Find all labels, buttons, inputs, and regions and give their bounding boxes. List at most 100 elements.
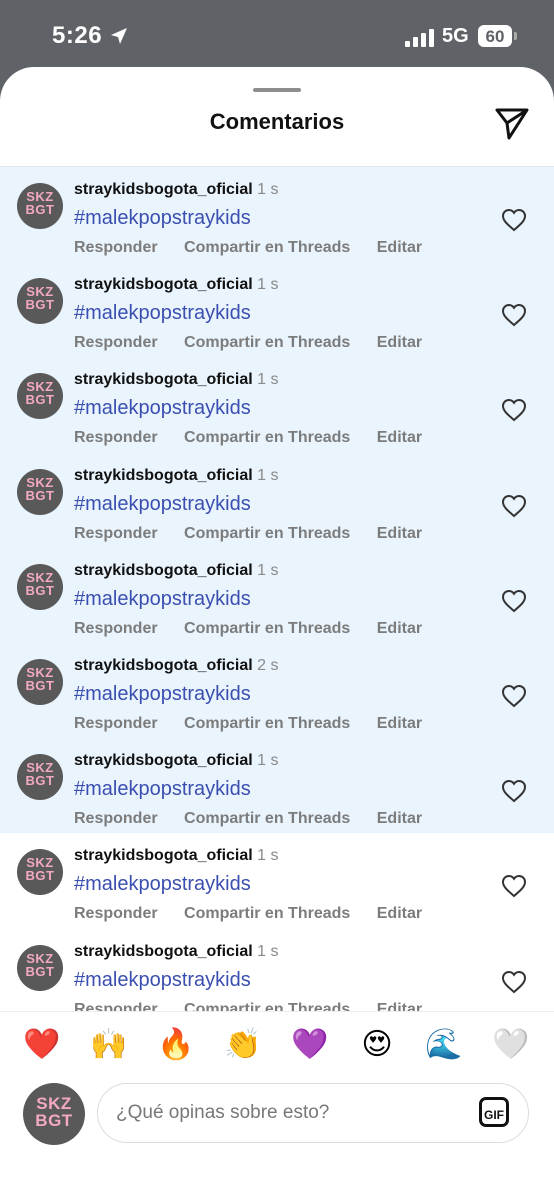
- edit-button[interactable]: Editar: [377, 810, 422, 827]
- comment-username[interactable]: straykidsbogota_oficial 1 s: [74, 276, 279, 294]
- cellular-signal-icon: [405, 29, 434, 47]
- avatar[interactable]: SKZ BGT: [17, 944, 63, 991]
- share-threads-button[interactable]: Compartir en Threads: [184, 905, 350, 922]
- emoji-button[interactable]: 🤍: [491, 1028, 531, 1062]
- comment-hashtag[interactable]: #malekpopstraykids: [74, 873, 251, 896]
- avatar[interactable]: SKZ BGT: [17, 468, 63, 515]
- comment-username[interactable]: straykidsbogota_oficial 1 s: [74, 181, 279, 199]
- comment-hashtag[interactable]: #malekpopstraykids: [74, 302, 251, 325]
- heart-icon[interactable]: [501, 684, 527, 708]
- comment-time: 1 s: [257, 752, 279, 770]
- edit-button[interactable]: Editar: [377, 429, 422, 446]
- emoji-button[interactable]: 🌊: [424, 1028, 464, 1062]
- share-threads-button[interactable]: Compartir en Threads: [184, 525, 350, 542]
- send-icon[interactable]: [494, 107, 530, 141]
- reply-button[interactable]: Responder: [74, 905, 158, 922]
- heart-icon[interactable]: [501, 589, 527, 613]
- comment-username[interactable]: straykidsbogota_oficial 1 s: [74, 371, 279, 389]
- emoji-button[interactable]: 👏: [223, 1028, 263, 1062]
- comment-item[interactable]: SKZ BGT straykidsbogota_oficial 1 s #male…: [0, 738, 554, 834]
- comment-username[interactable]: straykidsbogota_oficial 1 s: [74, 847, 279, 865]
- comment-input[interactable]: ¿Qué opinas sobre esto? GIF: [97, 1083, 529, 1143]
- comment-item[interactable]: SKZ BGT straykidsbogota_oficial 1 s #male…: [0, 167, 554, 263]
- reply-button[interactable]: Responder: [74, 810, 158, 827]
- comment-hashtag[interactable]: #malekpopstraykids: [74, 493, 251, 516]
- avatar[interactable]: SKZ BGT: [17, 849, 63, 896]
- heart-icon[interactable]: [501, 398, 527, 422]
- gif-button[interactable]: GIF: [479, 1097, 509, 1127]
- heart-icon[interactable]: [501, 874, 527, 898]
- reply-button[interactable]: Responder: [74, 620, 158, 637]
- comment-actions: Responder Compartir en Threads Editar: [74, 620, 444, 638]
- comment-hashtag[interactable]: #malekpopstraykids: [74, 588, 251, 611]
- edit-button[interactable]: Editar: [377, 905, 422, 922]
- heart-icon[interactable]: [501, 208, 527, 232]
- comment-input-placeholder: ¿Qué opinas sobre esto?: [116, 1102, 330, 1123]
- heart-icon[interactable]: [501, 494, 527, 518]
- reply-button[interactable]: Responder: [74, 525, 158, 542]
- comment-actions: Responder Compartir en Threads Editar: [74, 239, 444, 257]
- share-threads-button[interactable]: Compartir en Threads: [184, 429, 350, 446]
- heart-icon[interactable]: [501, 970, 527, 994]
- emoji-button[interactable]: 🔥: [156, 1028, 196, 1062]
- reply-button[interactable]: Responder: [74, 1001, 158, 1011]
- avatar-logo-text: SKZ BGT: [35, 1094, 73, 1130]
- comment-time: 1 s: [257, 276, 279, 294]
- share-threads-button[interactable]: Compartir en Threads: [184, 334, 350, 351]
- edit-button[interactable]: Editar: [377, 1001, 422, 1011]
- avatar[interactable]: SKZ BGT: [17, 754, 63, 801]
- share-threads-button[interactable]: Compartir en Threads: [184, 239, 350, 256]
- comment-username[interactable]: straykidsbogota_oficial 1 s: [74, 943, 279, 961]
- reply-button[interactable]: Responder: [74, 715, 158, 732]
- avatar[interactable]: SKZ BGT: [17, 373, 63, 420]
- comment-item[interactable]: SKZ BGT straykidsbogota_oficial 1 s #male…: [0, 547, 554, 643]
- share-threads-button[interactable]: Compartir en Threads: [184, 620, 350, 637]
- avatar[interactable]: SKZ BGT: [17, 183, 63, 229]
- comment-item[interactable]: SKZ BGT straykidsbogota_oficial 1 s #male…: [0, 929, 554, 1011]
- comment-composer: SKZ BGT ¿Qué opinas sobre esto? GIF: [0, 1079, 554, 1199]
- comment-list[interactable]: SKZ BGT straykidsbogota_oficial 1 s #male…: [0, 167, 554, 1011]
- share-threads-button[interactable]: Compartir en Threads: [184, 715, 350, 732]
- network-type: 5G: [442, 25, 469, 47]
- reply-button[interactable]: Responder: [74, 334, 158, 351]
- comment-time: 1 s: [257, 181, 279, 198]
- share-threads-button[interactable]: Compartir en Threads: [184, 1001, 350, 1011]
- comment-time: 1 s: [257, 466, 279, 484]
- comment-item[interactable]: SKZ BGT straykidsbogota_oficial 2 s #male…: [0, 643, 554, 739]
- comment-item[interactable]: SKZ BGT straykidsbogota_oficial 1 s #male…: [0, 833, 554, 928]
- comment-username[interactable]: straykidsbogota_oficial 1 s: [74, 562, 279, 580]
- avatar[interactable]: SKZ BGT: [17, 659, 63, 705]
- emoji-button[interactable]: ❤️: [22, 1028, 62, 1062]
- edit-button[interactable]: Editar: [377, 334, 422, 351]
- comment-time: 1 s: [257, 847, 279, 865]
- emoji-button[interactable]: 😍: [357, 1028, 397, 1062]
- reply-button[interactable]: Responder: [74, 429, 158, 446]
- emoji-quick-bar: ❤️ 🙌 🔥 👏 💜 😍 🌊 🤍: [0, 1011, 554, 1080]
- comment-item[interactable]: SKZ BGT straykidsbogota_oficial 1 s #male…: [0, 452, 554, 548]
- comment-hashtag[interactable]: #malekpopstraykids: [74, 207, 251, 230]
- comment-item[interactable]: SKZ BGT straykidsbogota_oficial 1 s #male…: [0, 262, 554, 358]
- reply-button[interactable]: Responder: [74, 239, 158, 256]
- edit-button[interactable]: Editar: [377, 525, 422, 542]
- avatar-logo-text: SKZ BGT: [25, 665, 55, 693]
- emoji-button[interactable]: 💜: [290, 1028, 330, 1062]
- comment-hashtag[interactable]: #malekpopstraykids: [74, 397, 251, 420]
- drag-handle[interactable]: [253, 88, 301, 92]
- heart-icon[interactable]: [501, 779, 527, 803]
- comment-hashtag[interactable]: #malekpopstraykids: [74, 969, 251, 992]
- edit-button[interactable]: Editar: [377, 715, 422, 732]
- avatar[interactable]: SKZ BGT: [17, 563, 63, 610]
- edit-button[interactable]: Editar: [377, 239, 422, 256]
- heart-icon[interactable]: [501, 303, 527, 327]
- battery-level: 60: [485, 27, 505, 46]
- comment-username[interactable]: straykidsbogota_oficial 1 s: [74, 467, 279, 485]
- avatar[interactable]: SKZ BGT: [17, 278, 63, 325]
- comment-username[interactable]: straykidsbogota_oficial 2 s: [74, 657, 279, 675]
- comment-username[interactable]: straykidsbogota_oficial 1 s: [74, 752, 279, 770]
- comment-hashtag[interactable]: #malekpopstraykids: [74, 683, 251, 706]
- comment-hashtag[interactable]: #malekpopstraykids: [74, 778, 251, 801]
- emoji-button[interactable]: 🙌: [89, 1028, 129, 1062]
- edit-button[interactable]: Editar: [377, 620, 422, 637]
- share-threads-button[interactable]: Compartir en Threads: [184, 810, 350, 827]
- comment-item[interactable]: SKZ BGT straykidsbogota_oficial 1 s #male…: [0, 357, 554, 453]
